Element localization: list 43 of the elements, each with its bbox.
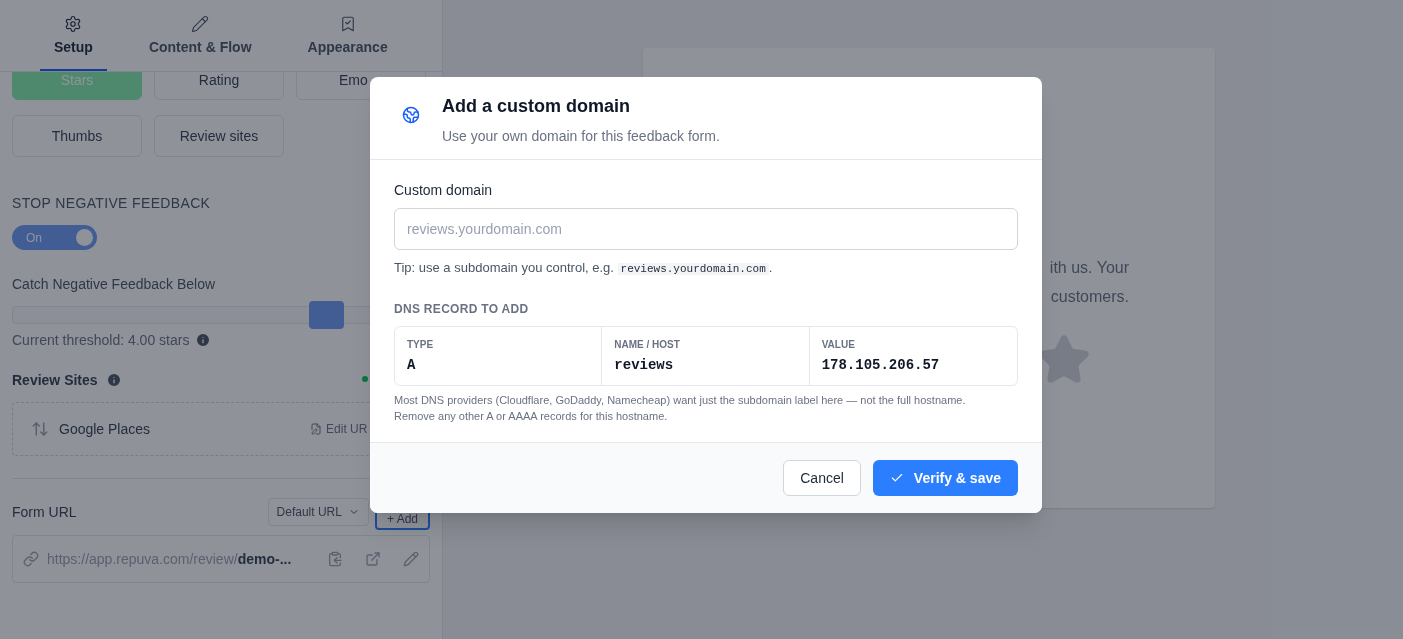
record-value: 178.105.206.57 xyxy=(821,355,941,375)
edit-url-link[interactable]: Edit UR xyxy=(310,421,368,437)
dialog-subtitle: Use your own domain for this feedback form. xyxy=(442,127,720,146)
domain-input[interactable]: reviews.yourdomain.com xyxy=(394,208,1018,250)
section-heading: DNS RECORD TO ADD xyxy=(394,300,530,317)
toggle-switch[interactable]: On xyxy=(12,225,97,250)
rating-type-option[interactable]: Review sites xyxy=(154,115,284,157)
cancel-button[interactable]: Cancel xyxy=(783,459,861,496)
column-label: NAME / HOST xyxy=(614,337,681,352)
tab[interactable]: Appearance xyxy=(293,15,402,71)
url-dropdown[interactable]: Default URL xyxy=(267,498,369,526)
dialog-title: Add a custom domain xyxy=(442,95,631,118)
column-label: TYPE xyxy=(407,337,435,352)
slider-label: Catch Negative Feedback Below xyxy=(12,275,216,294)
slider-thumb[interactable] xyxy=(308,301,344,329)
globe-icon xyxy=(402,106,420,124)
column-label: VALUE xyxy=(821,337,856,352)
section-heading: Review Sites xyxy=(12,371,98,390)
link-icon xyxy=(23,551,39,567)
tab[interactable]: Content & Flow xyxy=(134,15,266,71)
copy-icon[interactable] xyxy=(327,551,343,567)
pencil-icon xyxy=(191,15,210,33)
section-heading: STOP NEGATIVE FEEDBACK xyxy=(12,194,211,213)
preview-text: customers. xyxy=(1050,287,1129,307)
rating-type-option[interactable]: Thumbs xyxy=(12,115,142,157)
record-value: A xyxy=(407,355,417,375)
edit-icon[interactable] xyxy=(403,551,419,567)
verify-button[interactable]: Verify & save xyxy=(872,459,1018,496)
gear-icon xyxy=(64,15,83,33)
drag-handle-icon[interactable] xyxy=(31,420,49,438)
rating-type-option[interactable]: Rating xyxy=(154,72,284,100)
info-icon xyxy=(195,332,212,348)
external-link-icon[interactable] xyxy=(365,551,381,567)
field-label: Custom domain xyxy=(394,181,494,200)
preview-text: ith us. Your xyxy=(1049,258,1129,278)
tip-text: Tip: use a subdomain you control, e.g. reviews.yourdomain.com . xyxy=(394,259,774,277)
site-name: Google Places xyxy=(59,420,151,439)
threshold-reading: Current threshold: 4.00 stars xyxy=(12,331,190,350)
field-label: Form URL xyxy=(12,503,77,522)
info-icon xyxy=(105,372,122,388)
form-url: https://app.repuva.com/review/demo-... xyxy=(47,550,292,569)
record-value: reviews xyxy=(614,355,675,375)
edit-icon xyxy=(310,423,323,435)
